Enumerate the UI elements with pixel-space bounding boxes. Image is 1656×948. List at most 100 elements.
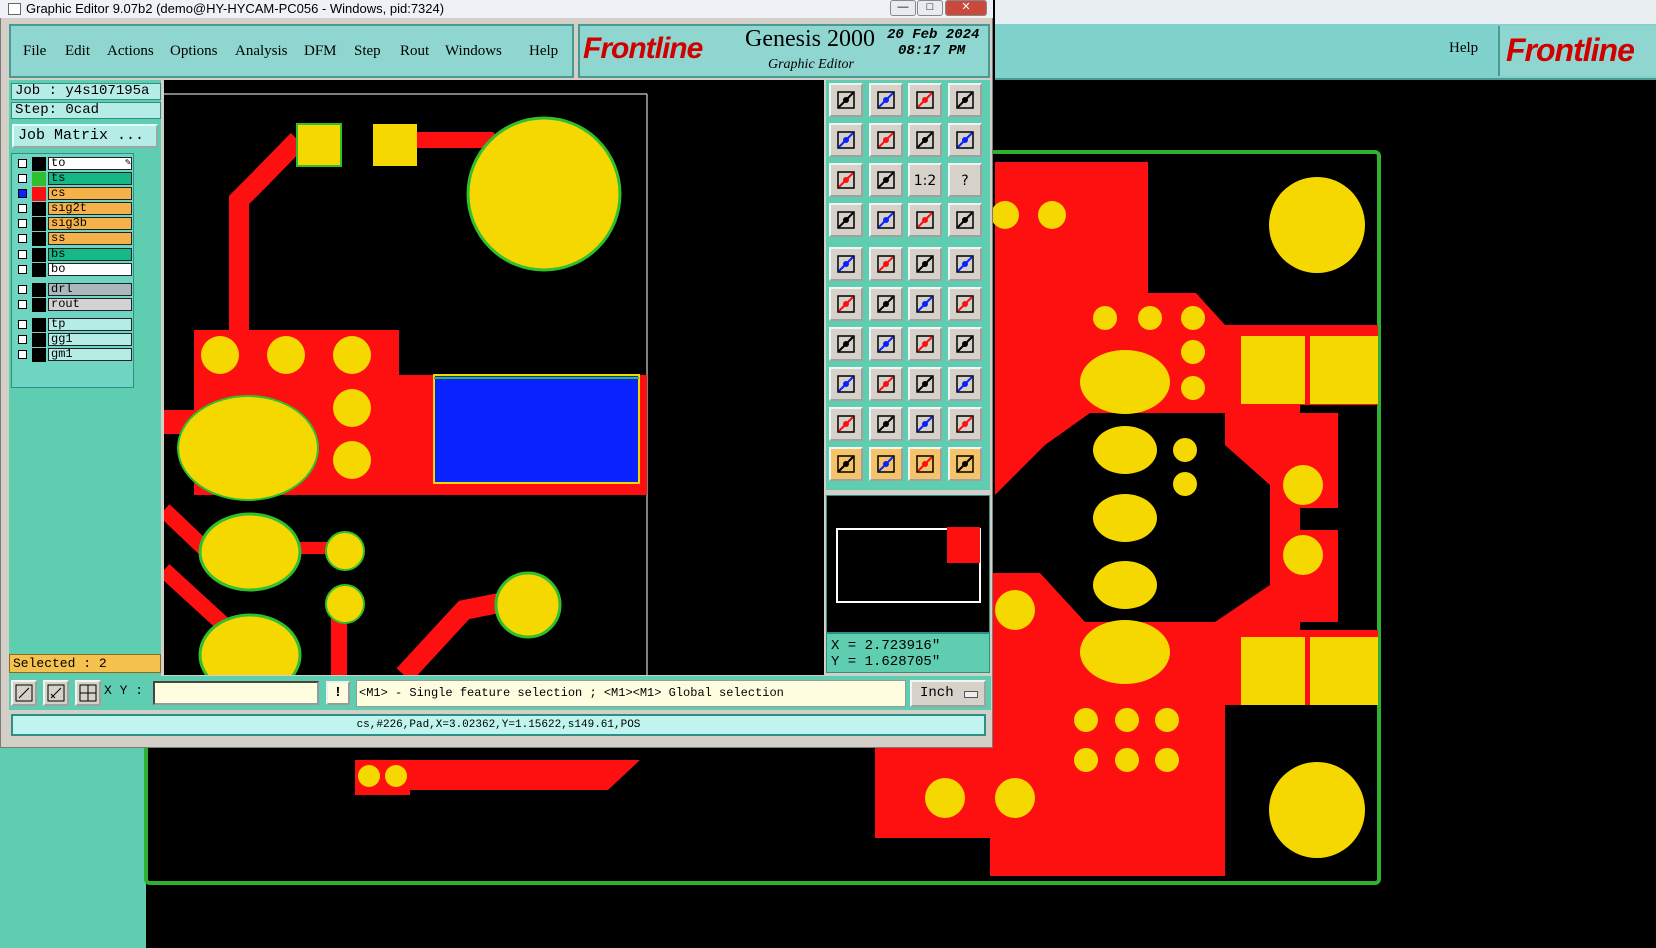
layer-row-drl[interactable]: drl <box>15 283 133 297</box>
layer-checkbox[interactable] <box>18 234 27 243</box>
copy-shape-icon[interactable] <box>869 247 903 281</box>
point-to-point-icon[interactable] <box>948 287 982 321</box>
menu-rout[interactable]: Rout <box>400 43 429 60</box>
polygon-cut-icon[interactable] <box>948 407 982 441</box>
layer-checkbox[interactable] <box>18 285 27 294</box>
select-box-icon[interactable] <box>869 447 903 481</box>
layer-row-tp[interactable]: tp <box>15 318 133 332</box>
menu-step[interactable]: Step <box>354 43 381 60</box>
pan-left-icon[interactable] <box>829 123 863 157</box>
arc-icon[interactable] <box>908 327 942 361</box>
undo-view-icon[interactable] <box>908 123 942 157</box>
line-red-icon[interactable] <box>869 367 903 401</box>
zoom-home-icon[interactable] <box>869 163 903 197</box>
line-draw-icon[interactable] <box>869 327 903 361</box>
polygon-red-icon[interactable] <box>829 407 863 441</box>
split-view-icon[interactable] <box>948 83 982 117</box>
yellow-pad <box>1093 494 1157 542</box>
move-red-icon[interactable] <box>829 367 863 401</box>
yellow-pad <box>1115 748 1139 772</box>
surface-icon[interactable] <box>948 367 982 401</box>
layer-name: bo <box>48 263 132 276</box>
layer-row-gm1[interactable]: gm1 <box>15 348 133 362</box>
zoom-fit-icon[interactable] <box>829 163 863 197</box>
layer-row-sig2t[interactable]: sig2t <box>15 202 133 216</box>
layer-checkbox[interactable] <box>18 350 27 359</box>
red-trace <box>229 133 306 330</box>
zoom-grid-icon[interactable] <box>75 680 101 706</box>
layer-checkbox[interactable] <box>18 265 27 274</box>
layer-checkbox[interactable] <box>18 159 27 168</box>
polygon-outline-icon[interactable] <box>908 407 942 441</box>
yellow-pad <box>1074 748 1098 772</box>
layer-checkbox[interactable] <box>18 320 27 329</box>
resize-icon[interactable] <box>908 367 942 401</box>
save-icon[interactable] <box>869 83 903 117</box>
point-connect-icon[interactable] <box>908 287 942 321</box>
yellow-pad <box>1269 762 1365 858</box>
message-button[interactable]: ! <box>326 681 350 705</box>
measure-ruler-icon[interactable] <box>908 247 942 281</box>
menu-windows[interactable]: Windows <box>445 43 502 60</box>
polygon-blue-icon[interactable] <box>869 407 903 441</box>
layer-row-to[interactable]: to ✎ <box>15 157 133 171</box>
snap-red-icon[interactable] <box>908 203 942 237</box>
menu-edit[interactable]: Edit <box>65 43 90 60</box>
layer-row-cs[interactable]: cs <box>15 187 133 201</box>
layer-row-ts[interactable]: ts <box>15 172 133 186</box>
display-options-icon[interactable] <box>829 203 863 237</box>
layer-checkbox[interactable] <box>18 189 27 198</box>
menu-actions[interactable]: Actions <box>107 43 154 60</box>
line-angle-icon[interactable] <box>829 327 863 361</box>
layer-checkbox[interactable] <box>18 300 27 309</box>
layer-row-ss[interactable]: ss <box>15 232 133 246</box>
zoom-1-2-icon[interactable]: 1:2 <box>908 163 942 197</box>
close-button[interactable]: ✕ <box>945 0 987 16</box>
menu-file[interactable]: File <box>23 43 46 60</box>
grid-icon[interactable] <box>869 203 903 237</box>
yellow-pad <box>1181 340 1205 364</box>
maximize-button[interactable]: □ <box>917 0 943 16</box>
redraw-icon[interactable] <box>948 123 982 157</box>
layer-checkbox[interactable] <box>18 250 27 259</box>
open-step-icon[interactable] <box>829 83 863 117</box>
connect-icon[interactable] <box>829 287 863 321</box>
layer-flip-icon[interactable] <box>948 327 982 361</box>
pan-right-icon[interactable] <box>869 123 903 157</box>
menu-help[interactable]: Help <box>529 43 558 60</box>
select-path-icon[interactable] <box>948 447 982 481</box>
home-icon[interactable] <box>908 83 942 117</box>
yellow-pad <box>201 336 239 374</box>
minimize-button[interactable]: — <box>890 0 916 16</box>
layer-name: ss <box>48 232 132 245</box>
layer-row-gg1[interactable]: gg1 <box>15 333 133 347</box>
snap-mode-icon[interactable] <box>948 203 982 237</box>
menu-dfm[interactable]: DFM <box>304 43 337 60</box>
menu-options[interactable]: Options <box>170 43 218 60</box>
layer-row-sig3b[interactable]: sig3b <box>15 217 133 231</box>
yellow-pad <box>1181 306 1205 330</box>
layer-row-bo[interactable]: bo <box>15 263 133 277</box>
layer-color-swatch <box>32 333 46 347</box>
pad-select-icon[interactable] <box>829 247 863 281</box>
layer-checkbox[interactable] <box>18 219 27 228</box>
delete-icon[interactable] <box>869 287 903 321</box>
help-icon[interactable]: ? <box>948 163 982 197</box>
job-matrix-button[interactable]: Job Matrix ... <box>12 124 158 148</box>
zoom-out-icon[interactable] <box>43 680 69 706</box>
layer-row-bs[interactable]: bs <box>15 248 133 262</box>
xy-input[interactable] <box>153 681 319 705</box>
units-selector[interactable]: Inch <box>910 680 986 707</box>
layer-name: sig2t <box>48 202 132 215</box>
layer-row-rout[interactable]: rout <box>15 298 133 312</box>
layer-checkbox[interactable] <box>18 174 27 183</box>
pad-round-icon[interactable] <box>948 247 982 281</box>
layer-checkbox[interactable] <box>18 204 27 213</box>
select-rotate-icon[interactable] <box>908 447 942 481</box>
select-arrow-icon[interactable] <box>829 447 863 481</box>
cursor-coordinates: X = 2.723916" Y = 1.628705" <box>826 633 990 673</box>
graphic-canvas[interactable] <box>164 80 824 675</box>
menu-analysis[interactable]: Analysis <box>235 43 288 60</box>
zoom-box-icon[interactable] <box>11 680 37 706</box>
layer-checkbox[interactable] <box>18 335 27 344</box>
